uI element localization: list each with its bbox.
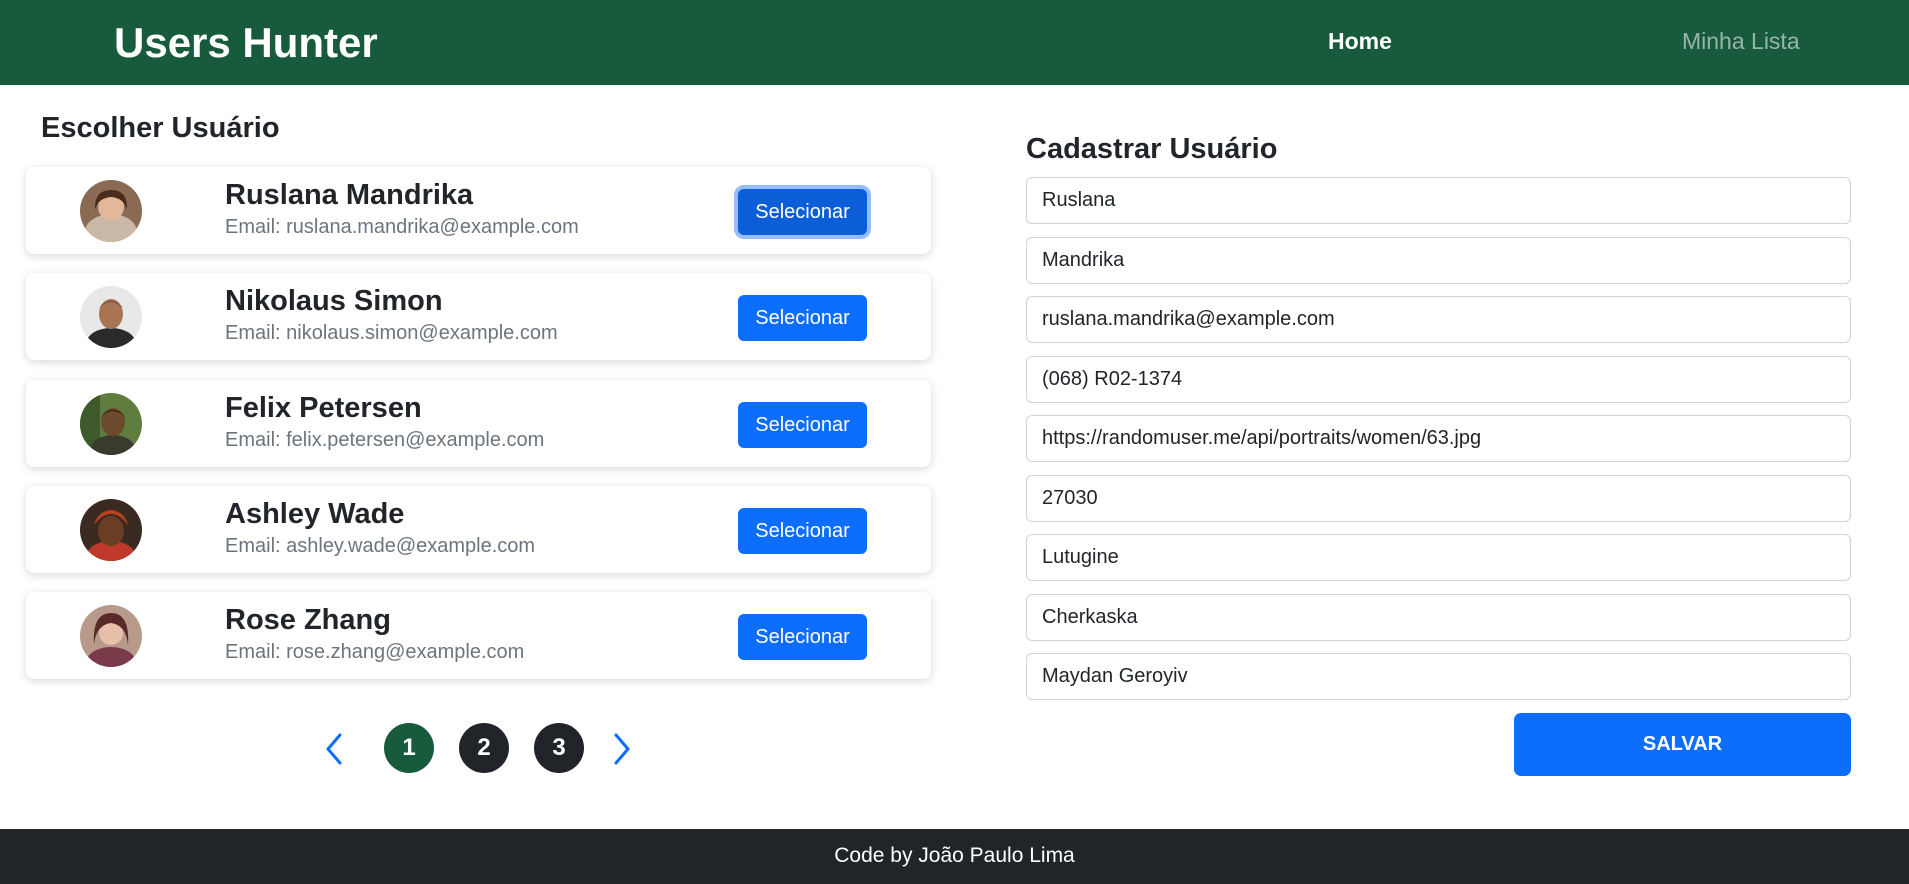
user-card: Rose Zhang Email: rose.zhang@example.com…	[26, 592, 931, 679]
select-user-button[interactable]: Selecionar	[738, 402, 867, 448]
user-name: Nikolaus Simon	[225, 285, 443, 317]
user-avatar	[80, 499, 142, 561]
user-email: Email: ashley.wade@example.com	[225, 535, 536, 557]
user-card: Felix Petersen Email: felix.petersen@exa…	[26, 380, 931, 467]
user-email: Email: ruslana.mandrika@example.com	[225, 216, 579, 238]
register-user-title: Cadastrar Usuário	[1026, 133, 1278, 165]
first-name-field[interactable]	[1026, 177, 1851, 224]
page-button-1[interactable]: 1	[384, 723, 434, 773]
postcode-field[interactable]	[1026, 475, 1851, 522]
nav-home-link[interactable]: Home	[1328, 26, 1392, 56]
user-email: Email: rose.zhang@example.com	[225, 641, 525, 663]
user-name: Ashley Wade	[225, 498, 405, 530]
nav-minha-lista-link[interactable]: Minha Lista	[1682, 26, 1800, 56]
user-name: Ruslana Mandrika	[225, 179, 474, 211]
user-avatar	[80, 286, 142, 348]
select-user-button[interactable]: Selecionar	[738, 189, 867, 235]
user-card: Nikolaus Simon Email: nikolaus.simon@exa…	[26, 273, 931, 360]
user-card: Ashley Wade Email: ashley.wade@example.c…	[26, 486, 931, 573]
user-avatar	[80, 393, 142, 455]
select-user-button[interactable]: Selecionar	[738, 295, 867, 341]
choose-user-title: Escolher Usuário	[41, 112, 280, 144]
save-button[interactable]: SALVAR	[1514, 713, 1851, 776]
photo-url-field[interactable]	[1026, 415, 1851, 462]
page-button-3[interactable]: 3	[534, 723, 584, 773]
footer-credit: Code by João Paulo Lima	[834, 844, 1075, 867]
chevron-left-icon[interactable]	[319, 731, 349, 767]
user-avatar	[80, 180, 142, 242]
navbar: Users Hunter Home Minha Lista	[0, 0, 1909, 85]
user-card: Ruslana Mandrika Email: ruslana.mandrika…	[26, 167, 931, 254]
email-field[interactable]	[1026, 296, 1851, 343]
user-avatar	[80, 605, 142, 667]
street-field[interactable]	[1026, 653, 1851, 700]
chevron-right-icon[interactable]	[607, 731, 637, 767]
last-name-field[interactable]	[1026, 237, 1851, 284]
brand-title[interactable]: Users Hunter	[114, 18, 378, 68]
footer: Code by João Paulo Lima	[0, 829, 1909, 884]
user-email: Email: felix.petersen@example.com	[225, 429, 545, 451]
select-user-button[interactable]: Selecionar	[738, 614, 867, 660]
select-user-button[interactable]: Selecionar	[738, 508, 867, 554]
state-field[interactable]	[1026, 594, 1851, 641]
user-email: Email: nikolaus.simon@example.com	[225, 322, 558, 344]
phone-field[interactable]	[1026, 356, 1851, 403]
page-button-2[interactable]: 2	[459, 723, 509, 773]
user-name: Rose Zhang	[225, 604, 391, 636]
user-name: Felix Petersen	[225, 392, 422, 424]
city-field[interactable]	[1026, 534, 1851, 581]
